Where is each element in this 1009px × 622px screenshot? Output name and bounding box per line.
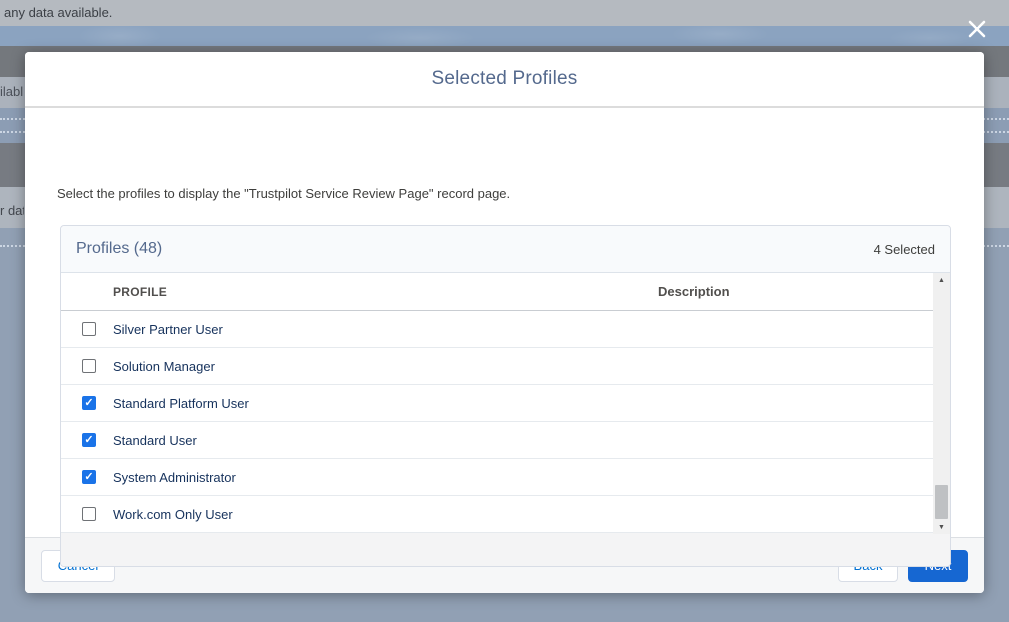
- modal-header: Selected Profiles: [25, 52, 984, 108]
- background-top-bar: [0, 0, 1009, 26]
- profiles-table-header-row: PROFILE Description: [61, 273, 933, 311]
- profile-row: Silver Partner User: [61, 311, 933, 348]
- table-scrollbar[interactable]: ▲ ▼: [933, 273, 950, 534]
- instruction-text: Select the profiles to display the "Trus…: [57, 186, 511, 201]
- scrollbar-thumb[interactable]: [935, 485, 948, 519]
- profiles-count-title: Profiles (48): [76, 240, 163, 257]
- profile-checkbox[interactable]: ✓: [82, 470, 96, 484]
- profile-name-label: System Administrator: [113, 469, 236, 485]
- profiles-card: Profiles (48) 4 Selected PROFILE Descrip…: [60, 225, 951, 567]
- profile-checkbox[interactable]: ✓: [82, 433, 96, 447]
- selected-count-badge: 4 Selected: [873, 241, 935, 257]
- profile-checkbox[interactable]: [82, 359, 96, 373]
- profile-checkbox[interactable]: ✓: [82, 396, 96, 410]
- scroll-up-icon[interactable]: ▲: [933, 273, 950, 287]
- scroll-down-icon[interactable]: ▼: [933, 520, 950, 534]
- close-icon[interactable]: [962, 14, 992, 44]
- profile-name-label: Standard Platform User: [113, 395, 249, 411]
- profile-row: ✓ Standard Platform User: [61, 385, 933, 422]
- profile-name-label: Solution Manager: [113, 358, 215, 374]
- profiles-card-header: Profiles (48) 4 Selected: [61, 226, 950, 273]
- profiles-table: PROFILE Description Silver Partner User …: [61, 273, 950, 534]
- profile-row: ✓ Standard User: [61, 422, 933, 459]
- selected-profiles-modal: Selected Profiles Select the profiles to…: [25, 52, 984, 593]
- background-header-band: [0, 26, 1009, 46]
- background-status-text: any data available.: [4, 5, 113, 20]
- profiles-table-body: PROFILE Description Silver Partner User …: [61, 273, 933, 533]
- profile-checkbox[interactable]: [82, 322, 96, 336]
- profile-name-label: Silver Partner User: [113, 321, 223, 337]
- profile-row: Work.com Only User: [61, 496, 933, 533]
- profile-row: ✓ System Administrator: [61, 459, 933, 496]
- background-text-fragment: ilabl: [0, 84, 24, 99]
- profile-name-label: Standard User: [113, 432, 197, 448]
- modal-title: Selected Profiles: [431, 68, 578, 89]
- profile-checkbox[interactable]: [82, 507, 96, 521]
- column-header-description: Description: [658, 284, 730, 299]
- column-header-profile: PROFILE: [113, 284, 168, 299]
- profiles-card-footer: [61, 533, 950, 566]
- profile-name-label: Work.com Only User: [113, 506, 233, 522]
- background-text-fragment: r dat: [0, 203, 24, 218]
- profile-row: Solution Manager: [61, 348, 933, 385]
- modal-body: Select the profiles to display the "Trus…: [25, 108, 984, 567]
